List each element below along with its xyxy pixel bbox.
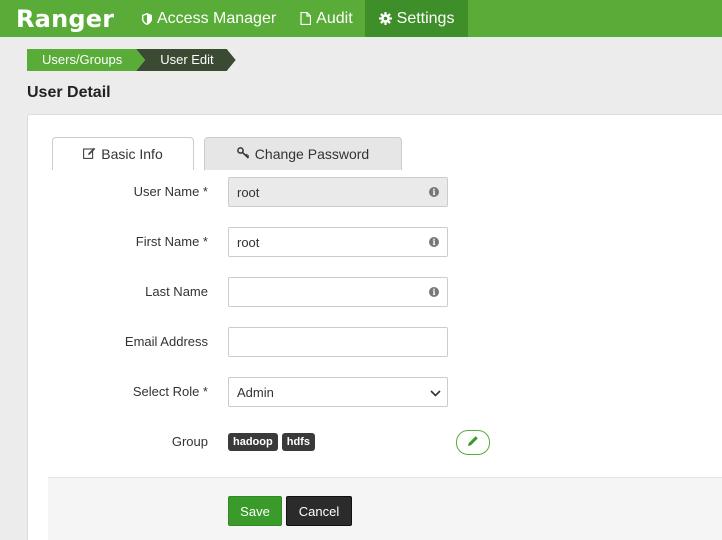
gear-icon — [378, 12, 392, 25]
last-name-label: Last Name — [145, 284, 208, 299]
info-icon[interactable]: i — [429, 237, 439, 247]
page-title: User Detail — [27, 84, 111, 101]
top-navbar: Ranger Access Manager Audit Settings — [0, 0, 722, 37]
last-name-field[interactable]: i — [228, 277, 448, 307]
save-button[interactable]: Save — [228, 496, 282, 526]
edit-groups-button[interactable] — [456, 430, 490, 455]
first-name-label: First Name * — [135, 234, 208, 249]
key-icon — [236, 146, 250, 162]
tab-change-password[interactable]: Change Password — [204, 137, 402, 170]
nav-access-manager[interactable]: Access Manager — [130, 0, 288, 37]
tab-bar: Basic Info Change Password — [52, 137, 402, 170]
nav-settings-label: Settings — [396, 9, 455, 27]
nav-settings[interactable]: Settings — [364, 0, 469, 37]
role-label: Select Role * — [132, 384, 208, 399]
info-icon[interactable]: i — [429, 187, 439, 197]
nav-audit[interactable]: Audit — [288, 0, 364, 37]
user-name-value: root — [237, 184, 260, 200]
pencil-icon — [467, 434, 479, 452]
info-icon[interactable]: i — [429, 287, 439, 297]
group-badge: hadoop — [228, 433, 278, 451]
nav-audit-label: Audit — [316, 9, 353, 27]
breadcrumb: Users/Groups User Edit — [27, 49, 236, 71]
user-detail-panel: Basic Info Change Password User Name * r… — [27, 114, 722, 540]
chevron-down-icon — [430, 385, 441, 400]
group-label: Group — [171, 434, 208, 449]
tab-basic-info-label: Basic Info — [101, 146, 163, 162]
email-field[interactable] — [228, 327, 448, 357]
form-actions-bar: Save Cancel — [48, 477, 722, 540]
user-name-label: User Name * — [133, 184, 208, 199]
group-badges: hadoop hdfs — [228, 433, 319, 451]
email-label: Email Address — [124, 334, 208, 349]
user-name-field: root i — [228, 177, 448, 207]
shield-icon — [142, 12, 152, 25]
role-select[interactable]: Admin — [228, 377, 448, 407]
first-name-value: root — [237, 234, 260, 250]
file-icon — [300, 12, 312, 25]
tab-basic-info[interactable]: Basic Info — [52, 137, 194, 170]
first-name-field[interactable]: root i — [228, 227, 448, 257]
role-value: Admin — [237, 384, 274, 400]
breadcrumb-user-edit: User Edit — [136, 49, 235, 71]
brand-logo[interactable]: Ranger — [0, 5, 130, 33]
cancel-button[interactable]: Cancel — [286, 496, 352, 526]
nav-access-manager-label: Access Manager — [157, 9, 277, 27]
group-badge: hdfs — [281, 433, 315, 451]
edit-icon — [83, 146, 96, 162]
breadcrumb-users-groups[interactable]: Users/Groups — [27, 49, 146, 71]
tab-change-password-label: Change Password — [254, 146, 370, 162]
